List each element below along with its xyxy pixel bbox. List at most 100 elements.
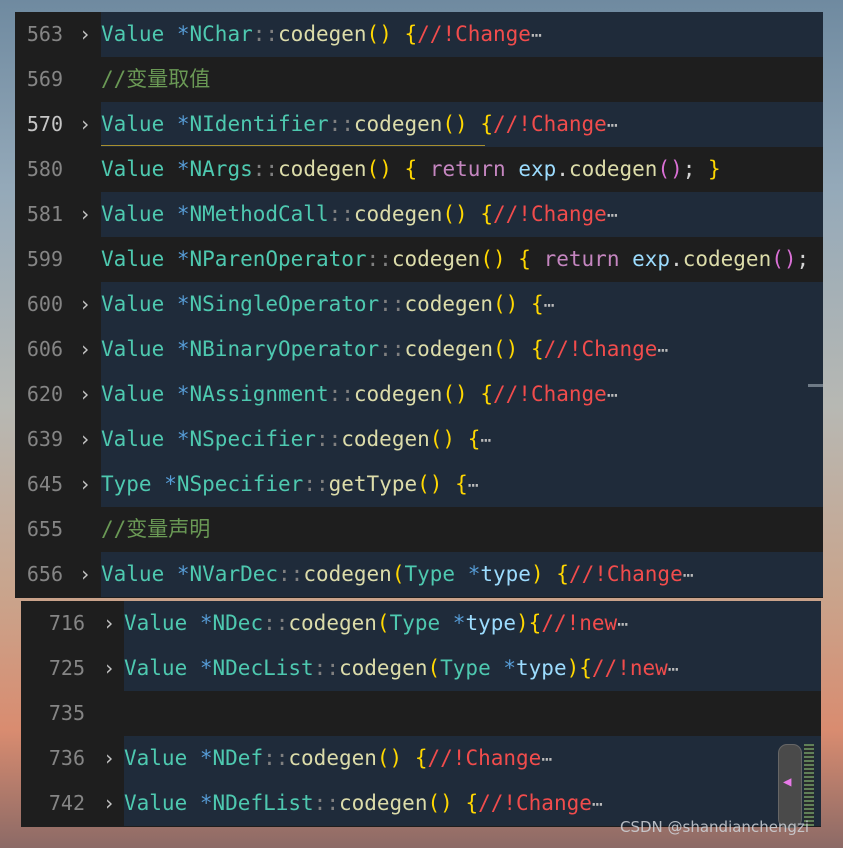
code-token: NBinaryOperator bbox=[189, 337, 380, 361]
minimap-overview[interactable] bbox=[804, 744, 814, 826]
chevron-right-icon[interactable]: › bbox=[99, 601, 119, 646]
code-token: * bbox=[187, 791, 213, 815]
code-text[interactable]: Value *NIdentifier::codegen() {//!Change… bbox=[101, 102, 823, 147]
code-token: codegen bbox=[353, 382, 443, 406]
fold-ellipsis-icon[interactable]: ⋯ bbox=[592, 794, 603, 815]
fold-ellipsis-icon[interactable]: ⋯ bbox=[668, 659, 679, 680]
code-token: :: bbox=[313, 656, 339, 680]
code-text[interactable]: //变量取值 bbox=[101, 57, 823, 102]
code-token: //!Change bbox=[427, 746, 542, 770]
chevron-right-icon[interactable]: › bbox=[75, 417, 95, 462]
fold-ellipsis-icon[interactable]: ⋯ bbox=[683, 565, 694, 586]
code-token: Value bbox=[124, 791, 188, 815]
line-number: 599 bbox=[26, 247, 63, 271]
chevron-right-icon[interactable]: › bbox=[75, 327, 95, 372]
code-token: Value bbox=[101, 22, 165, 46]
code-token: :: bbox=[328, 382, 354, 406]
code-token: * bbox=[164, 157, 190, 181]
code-line[interactable]: 581 › Value *NMethodCall::codegen() {//!Ch… bbox=[15, 192, 823, 237]
code-token: { bbox=[455, 472, 468, 496]
code-line[interactable]: 655 //变量声明 bbox=[15, 507, 823, 552]
fold-ellipsis-icon[interactable]: ⋯ bbox=[617, 614, 628, 635]
code-token: :: bbox=[263, 746, 289, 770]
code-line[interactable]: 725 › Value *NDecList::codegen(Type *type)… bbox=[21, 646, 821, 691]
code-line[interactable]: 580 Value *NArgs::codegen() { return exp.… bbox=[15, 147, 823, 192]
code-line[interactable]: 736 › Value *NDef::codegen() {//!Change⋯ bbox=[21, 736, 821, 781]
code-token: codegen bbox=[568, 157, 658, 181]
code-line[interactable]: 656 › Value *NVarDec::codegen(Type *type) … bbox=[15, 552, 823, 597]
fold-ellipsis-icon[interactable]: ⋯ bbox=[657, 340, 668, 361]
editor-panel-bottom: 716 › Value *NDec::codegen(Type *type){//!… bbox=[21, 601, 821, 827]
code-token: () bbox=[376, 746, 403, 770]
code-text[interactable]: Value *NChar::codegen() {//!Change⋯ bbox=[101, 12, 823, 57]
code-line[interactable]: 716 › Value *NDec::codegen(Type *type){//!… bbox=[21, 601, 821, 646]
code-token: * bbox=[490, 656, 517, 680]
code-token: { bbox=[518, 247, 531, 271]
chevron-right-icon[interactable]: › bbox=[75, 192, 95, 237]
code-token: * bbox=[164, 427, 190, 451]
code-token: () bbox=[366, 22, 392, 46]
fold-ellipsis-icon[interactable]: ⋯ bbox=[468, 475, 479, 496]
code-text[interactable]: Value *NDef::codegen() {//!Change⋯ bbox=[124, 736, 821, 781]
code-text[interactable]: Value *NSpecifier::codegen() {⋯ bbox=[101, 417, 823, 462]
fold-ellipsis-icon[interactable]: ⋯ bbox=[541, 749, 552, 770]
fold-ellipsis-icon[interactable]: ⋯ bbox=[607, 385, 618, 406]
fold-ellipsis-icon[interactable]: ⋯ bbox=[480, 430, 491, 451]
code-line[interactable]: 735 bbox=[21, 691, 821, 736]
fold-ellipsis-icon[interactable]: ⋯ bbox=[607, 205, 618, 226]
code-text[interactable]: Value *NSingleOperator::codegen() {⋯ bbox=[101, 282, 823, 327]
chevron-right-icon[interactable]: › bbox=[75, 372, 95, 417]
code-line[interactable]: 606 › Value *NBinaryOperator::codegen() {/… bbox=[15, 327, 823, 372]
code-line[interactable]: 645 › Type *NSpecifier::getType() {⋯ bbox=[15, 462, 823, 507]
code-token: NArgs bbox=[189, 157, 253, 181]
chevron-right-icon[interactable]: › bbox=[75, 462, 95, 507]
code-text[interactable]: Value *NArgs::codegen() { return exp.cod… bbox=[101, 147, 823, 192]
code-line[interactable]: 620 › Value *NAssignment::codegen() {//!Ch… bbox=[15, 372, 823, 417]
code-line[interactable]: 600 › Value *NSingleOperator::codegen() {⋯ bbox=[15, 282, 823, 327]
code-token: NChar bbox=[189, 22, 253, 46]
code-line[interactable]: 570 › Value *NIdentifier::codegen() {//!Ch… bbox=[15, 102, 823, 147]
code-token: () bbox=[366, 157, 392, 181]
code-text[interactable]: Value *NAssignment::codegen() {//!Change… bbox=[101, 372, 823, 417]
code-text[interactable]: Value *NDec::codegen(Type *type){//!new⋯ bbox=[124, 601, 821, 646]
scrollbar-marker[interactable] bbox=[808, 384, 823, 387]
code-token: * bbox=[164, 292, 190, 316]
code-text[interactable] bbox=[124, 691, 821, 736]
code-text[interactable]: //变量声明 bbox=[101, 507, 823, 552]
line-number: 736 bbox=[48, 746, 85, 770]
fold-ellipsis-icon[interactable]: ⋯ bbox=[544, 295, 555, 316]
code-token: () bbox=[427, 791, 453, 815]
code-line[interactable]: 563 › Value *NChar::codegen() {//!Change⋯ bbox=[15, 12, 823, 57]
line-number: 716 bbox=[48, 611, 85, 635]
code-line[interactable]: 599 Value *NParenOperator::codegen() { re… bbox=[15, 237, 823, 282]
chevron-right-icon[interactable]: › bbox=[75, 282, 95, 327]
code-text[interactable]: Value *NBinaryOperator::codegen() {//!Ch… bbox=[101, 327, 823, 372]
code-token: NVarDec bbox=[189, 562, 279, 586]
code-line[interactable]: 639 › Value *NSpecifier::codegen() {⋯ bbox=[15, 417, 823, 462]
line-number: 569 bbox=[26, 67, 63, 91]
code-text[interactable]: Value *NParenOperator::codegen() { retur… bbox=[101, 237, 823, 282]
code-text[interactable]: Value *NVarDec::codegen(Type *type) {//!… bbox=[101, 552, 823, 597]
code-token: () bbox=[429, 427, 456, 451]
fold-ellipsis-icon[interactable]: ⋯ bbox=[607, 115, 618, 136]
chevron-right-icon[interactable]: › bbox=[75, 102, 95, 147]
chevron-right-icon[interactable]: › bbox=[99, 646, 119, 691]
chevron-right-icon[interactable]: › bbox=[99, 781, 119, 826]
chevron-right-icon[interactable]: › bbox=[75, 552, 95, 597]
code-token: :: bbox=[379, 337, 405, 361]
code-text[interactable]: Value *NDecList::codegen(Type *type){//!… bbox=[124, 646, 821, 691]
code-token: ) bbox=[566, 656, 580, 680]
chevron-right-icon[interactable]: › bbox=[75, 12, 95, 57]
code-token: * bbox=[164, 562, 190, 586]
code-text[interactable]: Value *NMethodCall::codegen() {//!Change… bbox=[101, 192, 823, 237]
code-token: * bbox=[164, 382, 190, 406]
chevron-right-icon[interactable]: › bbox=[99, 736, 119, 781]
code-line[interactable]: 569 //变量取值 bbox=[15, 57, 823, 102]
code-text[interactable]: Type *NSpecifier::getType() {⋯ bbox=[101, 462, 823, 507]
fold-ellipsis-icon[interactable]: ⋯ bbox=[531, 25, 542, 46]
